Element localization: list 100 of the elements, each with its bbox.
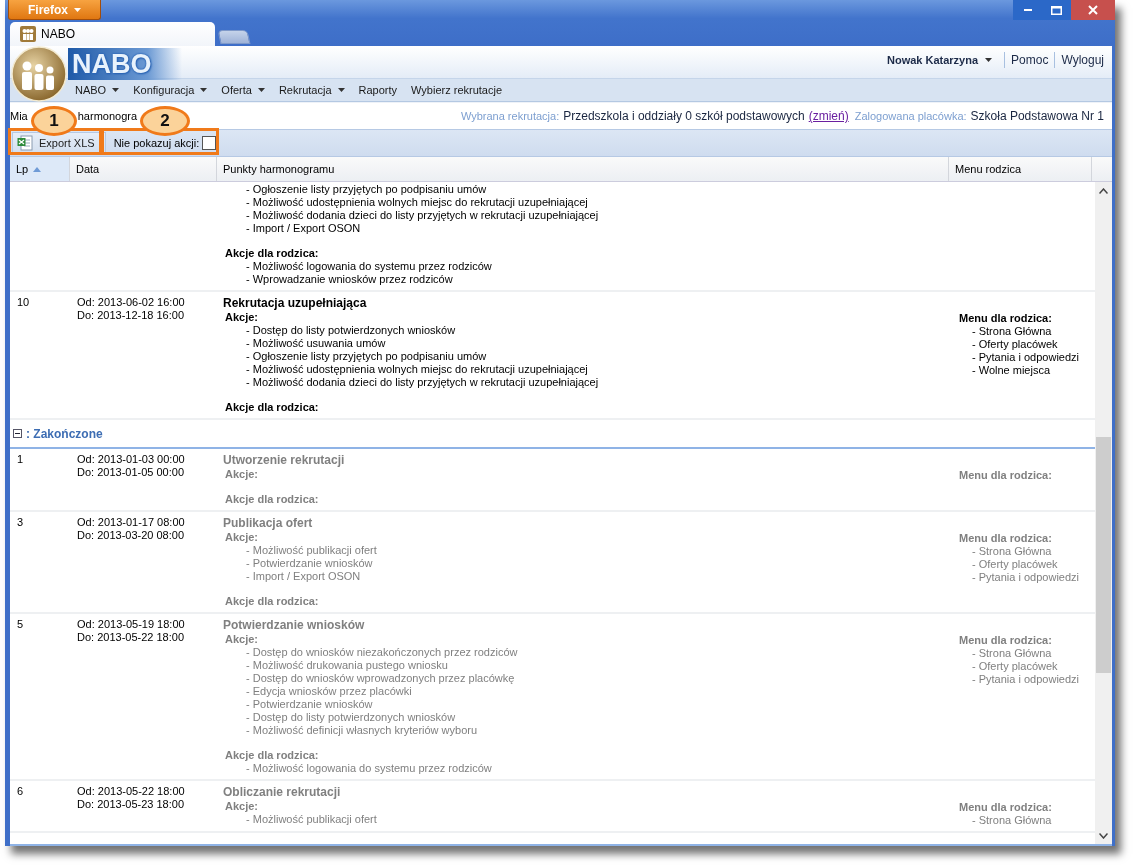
row-number: 1 bbox=[17, 453, 24, 465]
scrollbar[interactable] bbox=[1095, 182, 1112, 844]
column-header[interactable]: Lp bbox=[10, 157, 70, 181]
date-text: Do: 2013-05-22 18:00 bbox=[77, 631, 186, 644]
date-text: Do: 2013-03-20 08:00 bbox=[77, 529, 186, 542]
minimize-button[interactable] bbox=[1013, 0, 1042, 20]
info-label: Wybrana rekrutacja: bbox=[460, 110, 560, 122]
menu-item[interactable]: Konfiguracja bbox=[126, 79, 215, 101]
menu-entry: - Strona Główna bbox=[971, 647, 1053, 660]
date-text: Od: 2013-01-03 00:00 bbox=[77, 453, 186, 466]
caret-icon bbox=[200, 88, 208, 92]
section-label: Akcje dla rodzica: bbox=[225, 401, 320, 414]
action-item: - Dostęp do listy potwierdzonych wniosków bbox=[245, 711, 457, 724]
date-text: Do: 2013-05-23 18:00 bbox=[77, 798, 186, 811]
action-item: - Potwierdzanie wniosków bbox=[245, 698, 374, 711]
step-title: Potwierdzanie wniosków bbox=[223, 618, 366, 633]
column-header[interactable]: Punkty harmonogramu bbox=[217, 157, 949, 181]
row-number: 3 bbox=[17, 516, 24, 528]
action-item: - Wprowadzanie wniosków przez rodziców bbox=[245, 273, 454, 286]
scroll-up-icon bbox=[1099, 188, 1108, 194]
app-title: NABO bbox=[68, 48, 182, 80]
callout-badge: 1 bbox=[31, 106, 77, 136]
menu-entry: - Pytania i odpowiedzi bbox=[971, 571, 1080, 584]
section-label: Menu dla rodzica: bbox=[959, 469, 1053, 482]
action-item: - Możliwość dodania dzieci do listy przyjętych w rekrutacji uzupełniającej bbox=[245, 376, 600, 389]
date-text: Od: 2013-05-22 18:00 bbox=[77, 785, 186, 798]
caret-icon bbox=[257, 88, 265, 92]
new-tab-button[interactable] bbox=[217, 30, 251, 44]
date-text: Od: 2013-06-02 16:00 bbox=[77, 296, 186, 309]
menu-entry: - Oferty placówek bbox=[971, 558, 1059, 571]
scrollbar-thumb[interactable] bbox=[1096, 437, 1111, 673]
info-label: Zalogowana placówka: bbox=[854, 110, 967, 122]
step-title: Rekrutacja uzupełniająca bbox=[223, 296, 368, 311]
collapse-icon[interactable] bbox=[13, 429, 22, 438]
people-icon bbox=[20, 26, 36, 42]
action-item: - Możliwość publikacji ofert bbox=[245, 813, 378, 826]
minimize-icon bbox=[1023, 9, 1032, 11]
spreadsheet-icon bbox=[17, 135, 33, 151]
caret-icon bbox=[337, 88, 345, 92]
close-button[interactable] bbox=[1071, 0, 1115, 20]
action-item: - Potwierdzanie wniosków bbox=[245, 557, 374, 570]
breadcrumb-text: harmonogra bbox=[77, 110, 138, 122]
action-item: - Dostęp do listy potwierdzonych wniosków bbox=[245, 324, 457, 337]
section-label: Akcje: bbox=[225, 531, 260, 544]
menu-item[interactable]: Wybierz rekrutacje bbox=[404, 79, 509, 101]
caret-icon bbox=[985, 58, 993, 62]
row-number: 6 bbox=[17, 785, 24, 797]
section-label: Akcje: bbox=[225, 800, 260, 813]
menu-item[interactable]: Oferta bbox=[214, 79, 272, 101]
date-text: Do: 2013-01-05 00:00 bbox=[77, 466, 186, 479]
date-text: Od: 2013-05-19 18:00 bbox=[77, 618, 186, 631]
menu-entry: - Strona Główna bbox=[971, 545, 1053, 558]
action-item: - Możliwość udostępnienia wolnych miejsc do rekrutacji uzupełniającej bbox=[245, 363, 589, 376]
maximize-icon bbox=[1051, 5, 1062, 15]
action-item: - Dostęp do wniosków wprowadzonych przez placówkę bbox=[245, 672, 516, 685]
section-label: Menu dla rodzica: bbox=[959, 801, 1053, 814]
action-item: - Dostęp do wniosków niezakończonych przez rodziców bbox=[245, 646, 519, 659]
browser-tab[interactable]: NABO bbox=[10, 22, 215, 46]
maximize-button[interactable] bbox=[1042, 0, 1071, 20]
action-item: - Import / Export OSON bbox=[245, 222, 362, 235]
row-number: 10 bbox=[17, 296, 30, 308]
action-item: - Możliwość drukowania pustego wniosku bbox=[245, 659, 449, 672]
action-item: - Możliwość definicji własnych kryteriów wyboru bbox=[245, 724, 479, 737]
menu-item[interactable]: Raporty bbox=[351, 79, 405, 101]
header-link[interactable]: Wyloguj bbox=[1061, 53, 1104, 67]
action-item: - Ogłoszenie listy przyjętych po podpisaniu umów bbox=[245, 183, 488, 196]
section-label: Akcje dla rodzica: bbox=[225, 749, 320, 762]
recruitment-name: Przedszkola i oddziały 0 szkół podstawowych bbox=[563, 109, 805, 123]
column-header[interactable]: Menu rodzica bbox=[949, 157, 1092, 181]
step-title: Obliczanie rekrutacji bbox=[223, 785, 342, 800]
action-item: - Możliwość publikacji ofert bbox=[245, 544, 378, 557]
caret-icon bbox=[74, 7, 81, 12]
section-label: Akcje: bbox=[225, 633, 260, 646]
section-label: Akcje dla rodzica: bbox=[225, 493, 320, 506]
action-item: - Import / Export OSON bbox=[245, 570, 362, 583]
action-item: - Możliwość usuwania umów bbox=[245, 337, 387, 350]
change-link[interactable]: (zmień) bbox=[808, 109, 849, 123]
callout-badge: 2 bbox=[140, 106, 190, 136]
menu-entry: - Pytania i odpowiedzi bbox=[971, 673, 1080, 686]
action-item: - Edycja wniosków przez placówki bbox=[245, 685, 413, 698]
date-text: Od: 2013-01-17 08:00 bbox=[77, 516, 186, 529]
menu-entry: - Oferty placówek bbox=[971, 660, 1059, 673]
column-header[interactable]: Data bbox=[70, 157, 217, 181]
section-label: Menu dla rodzica: bbox=[959, 532, 1053, 545]
header-link[interactable]: Pomoc bbox=[1011, 53, 1049, 67]
action-item: - Możliwość logowania do systemu przez rodziców bbox=[245, 762, 493, 775]
menu-item[interactable]: Rekrutacja bbox=[271, 79, 352, 101]
menu-entry: - Oferty placówek bbox=[971, 338, 1059, 351]
hide-actions-checkbox[interactable] bbox=[202, 136, 217, 150]
menu-item[interactable]: NABO bbox=[68, 79, 127, 101]
section-label: Menu dla rodzica: bbox=[959, 312, 1053, 325]
action-item: - Możliwość logowania do systemu przez rodziców bbox=[245, 260, 493, 273]
facility-name: Szkoła Podstawowa Nr 1 bbox=[970, 109, 1104, 123]
group-label: : Zakończone bbox=[26, 426, 103, 441]
user-menu[interactable]: Nowak Katarzyna bbox=[886, 54, 999, 66]
scroll-down-icon bbox=[1099, 833, 1108, 839]
section-label: Menu dla rodzica: bbox=[959, 634, 1053, 647]
row-number: 5 bbox=[17, 618, 24, 630]
breadcrumb-text: Mia bbox=[10, 110, 28, 122]
menu-entry: - Pytania i odpowiedzi bbox=[971, 351, 1080, 364]
